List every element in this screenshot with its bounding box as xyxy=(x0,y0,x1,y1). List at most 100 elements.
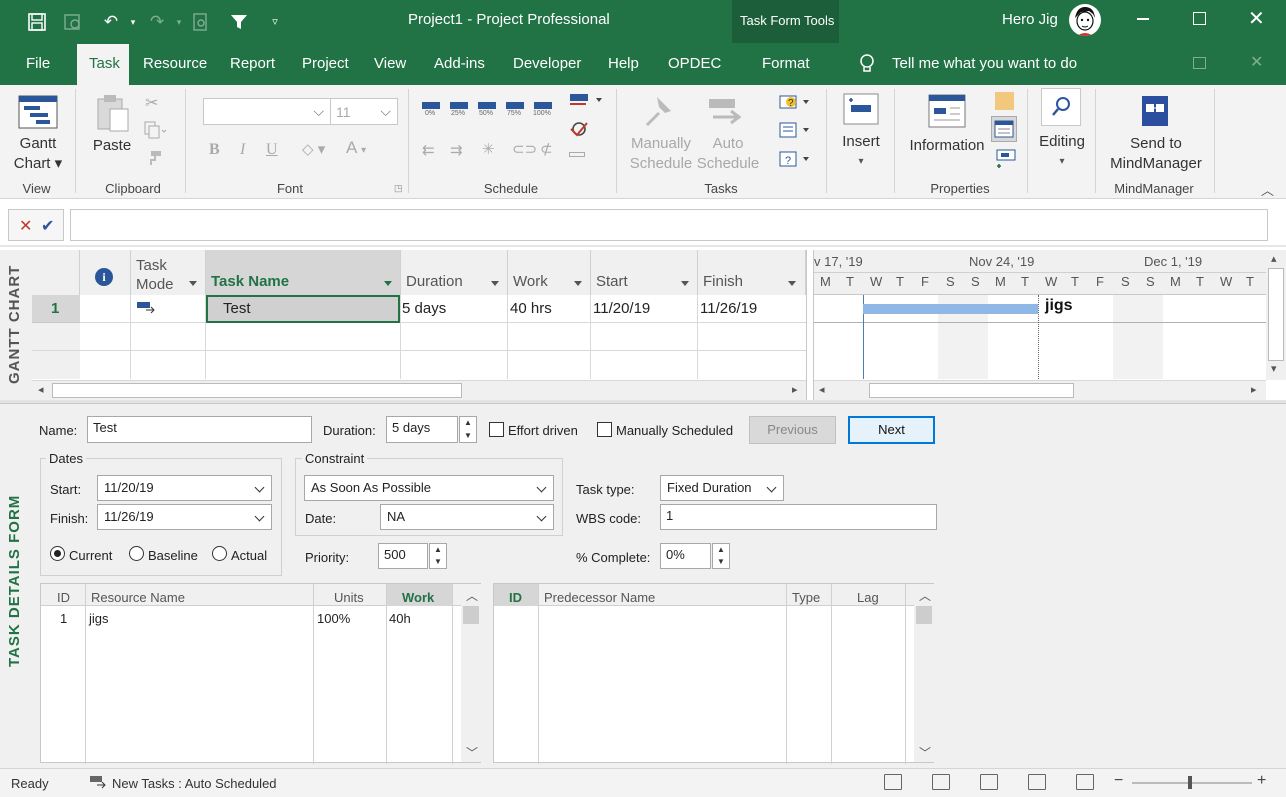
spin-up-icon[interactable]: ▲ xyxy=(464,418,472,427)
close-window-icon[interactable]: ✕ xyxy=(1250,52,1263,72)
save-icon[interactable] xyxy=(24,9,50,35)
units-cell[interactable]: 100% xyxy=(317,611,350,626)
percent-0-button[interactable]: 0% xyxy=(425,110,435,117)
zoom-slider[interactable] xyxy=(1132,782,1252,784)
start-cell[interactable]: 11/20/19 xyxy=(593,300,650,317)
tab-task[interactable]: Task xyxy=(77,44,129,85)
scroll-up-icon[interactable]: ▴ xyxy=(1271,252,1277,265)
percent-complete-spinner[interactable]: ▲ ▼ xyxy=(712,543,730,569)
finish-header[interactable]: Finish xyxy=(698,250,806,295)
tab-format[interactable]: Format xyxy=(762,55,810,72)
gantt-chart-area[interactable]: jigs xyxy=(814,295,1266,379)
duration-spinner[interactable]: ▲ ▼ xyxy=(459,416,477,443)
resource-name-cell[interactable]: jigs xyxy=(89,611,109,626)
constraint-type-dropdown[interactable]: As Soon As Possible xyxy=(304,475,554,501)
insert-button[interactable]: Insert ▾ xyxy=(834,132,888,172)
scroll-thumb[interactable] xyxy=(463,606,479,624)
scroll-right-icon[interactable]: ▸ xyxy=(1251,383,1257,396)
effort-driven-checkbox[interactable] xyxy=(489,422,504,437)
start-header[interactable]: Start xyxy=(591,250,698,295)
name-field[interactable]: Test xyxy=(87,416,312,443)
finish-cell[interactable]: 11/26/19 xyxy=(700,300,757,317)
duration-field[interactable]: 5 days xyxy=(386,416,458,443)
column-dropdown-icon[interactable] xyxy=(189,281,197,286)
entry-field[interactable] xyxy=(70,209,1268,241)
tab-report[interactable]: Report xyxy=(230,55,275,72)
scroll-right-icon[interactable]: ▸ xyxy=(792,383,798,396)
font-dialog-launcher-icon[interactable]: ◳ xyxy=(394,183,403,194)
mindmanager-icon[interactable] xyxy=(1138,94,1172,131)
zoom-in-icon[interactable]: + xyxy=(1257,772,1266,790)
team-planner-view-icon[interactable] xyxy=(980,774,998,790)
link-tasks-icon[interactable]: ⊂⊃ xyxy=(512,140,537,158)
indicators-header[interactable]: i xyxy=(80,250,131,295)
finish-date-picker[interactable]: 11/26/19 xyxy=(97,504,272,530)
editing-button[interactable]: Editing ▾ xyxy=(1032,132,1092,172)
duration-cell[interactable]: 5 days xyxy=(402,300,446,317)
tab-resource[interactable]: Resource xyxy=(143,55,207,72)
confirm-entry-icon[interactable]: ✔ xyxy=(41,216,54,236)
collapse-ribbon-icon[interactable]: ︿ xyxy=(1261,180,1274,199)
wbs-code-field[interactable]: 1 xyxy=(660,504,937,530)
task-mode-header[interactable]: Task Mode xyxy=(131,250,206,295)
close-icon[interactable]: ✕ xyxy=(1248,6,1265,31)
customize-quick-access-icon[interactable]: ▿ xyxy=(262,9,288,35)
task-type-dropdown[interactable]: Fixed Duration xyxy=(660,475,784,501)
manually-schedule-button[interactable]: Manually Schedule xyxy=(626,134,696,174)
predecessor-table-scrollbar[interactable]: ︿ ﹀ xyxy=(914,584,934,762)
paste-button[interactable]: Paste xyxy=(88,136,136,156)
lag-header[interactable]: Lag xyxy=(857,590,879,605)
indent-icon[interactable]: ⇉ xyxy=(450,141,463,159)
percent-75-button[interactable]: 75% xyxy=(507,110,521,117)
undo-dropdown-icon[interactable]: ▾ xyxy=(120,9,146,35)
scroll-up-icon[interactable]: ︿ xyxy=(919,587,931,604)
tab-developer[interactable]: Developer xyxy=(513,55,581,72)
minimize-icon[interactable] xyxy=(1137,18,1149,20)
search-icon[interactable] xyxy=(1041,88,1081,126)
gantt-chart-icon[interactable] xyxy=(18,95,58,132)
paste-icon[interactable] xyxy=(94,93,132,136)
copy-icon[interactable] xyxy=(144,121,167,142)
percent-25-button[interactable]: 25% xyxy=(451,110,465,117)
outdent-icon[interactable]: ⇇ xyxy=(422,141,435,159)
format-painter-icon[interactable] xyxy=(145,150,163,169)
font-size-dropdown[interactable]: 11 ⌵ xyxy=(330,98,398,125)
zoom-slider-thumb[interactable] xyxy=(1188,776,1192,789)
new-tasks-mode[interactable]: New Tasks : Auto Scheduled xyxy=(112,776,277,791)
resource-name-header[interactable]: Resource Name xyxy=(91,590,185,605)
res-id-cell[interactable]: 1 xyxy=(60,611,67,626)
grid-horizontal-scrollbar[interactable]: ◂ ▸ xyxy=(32,380,806,400)
tab-view[interactable]: View xyxy=(374,55,406,72)
row-header[interactable] xyxy=(32,351,80,379)
scroll-thumb[interactable] xyxy=(52,383,462,398)
add-to-timeline-icon[interactable] xyxy=(995,148,1017,171)
row-header[interactable] xyxy=(32,323,80,351)
chart-vertical-scrollbar[interactable]: ▴ ▾ xyxy=(1266,250,1286,380)
scroll-down-icon[interactable]: ▾ xyxy=(1271,362,1277,375)
respect-links-icon[interactable] xyxy=(568,120,590,141)
auto-schedule-button[interactable]: Auto Schedule xyxy=(694,134,762,174)
scroll-thumb[interactable] xyxy=(916,606,932,624)
start-date-picker[interactable]: 11/20/19 xyxy=(97,475,272,501)
percent-complete-field[interactable]: 0% xyxy=(660,543,711,569)
move-icon[interactable] xyxy=(779,121,811,139)
scroll-up-icon[interactable]: ︿ xyxy=(466,587,478,604)
resource-table-scrollbar[interactable]: ︿ ﹀ xyxy=(461,584,481,762)
pane-splitter[interactable] xyxy=(806,250,814,400)
priority-spinner[interactable]: ▲ ▼ xyxy=(429,543,447,569)
spin-down-icon[interactable]: ▼ xyxy=(717,557,725,566)
spin-up-icon[interactable]: ▲ xyxy=(434,545,442,554)
column-dropdown-icon[interactable] xyxy=(788,281,796,286)
auto-schedule-icon[interactable] xyxy=(707,97,745,130)
details-icon[interactable] xyxy=(991,116,1017,142)
report-view-icon[interactable] xyxy=(1076,774,1094,790)
column-dropdown-icon[interactable] xyxy=(681,281,689,286)
column-dropdown-icon[interactable] xyxy=(384,281,392,286)
current-radio[interactable] xyxy=(50,546,65,561)
gantt-chart-view-icon[interactable] xyxy=(932,774,950,790)
underline-icon[interactable]: U xyxy=(266,141,278,159)
constraint-date-picker[interactable]: NA xyxy=(380,504,554,530)
task-bar[interactable] xyxy=(863,304,1038,314)
information-icon[interactable] xyxy=(928,94,966,131)
tab-project[interactable]: Project xyxy=(302,55,349,72)
